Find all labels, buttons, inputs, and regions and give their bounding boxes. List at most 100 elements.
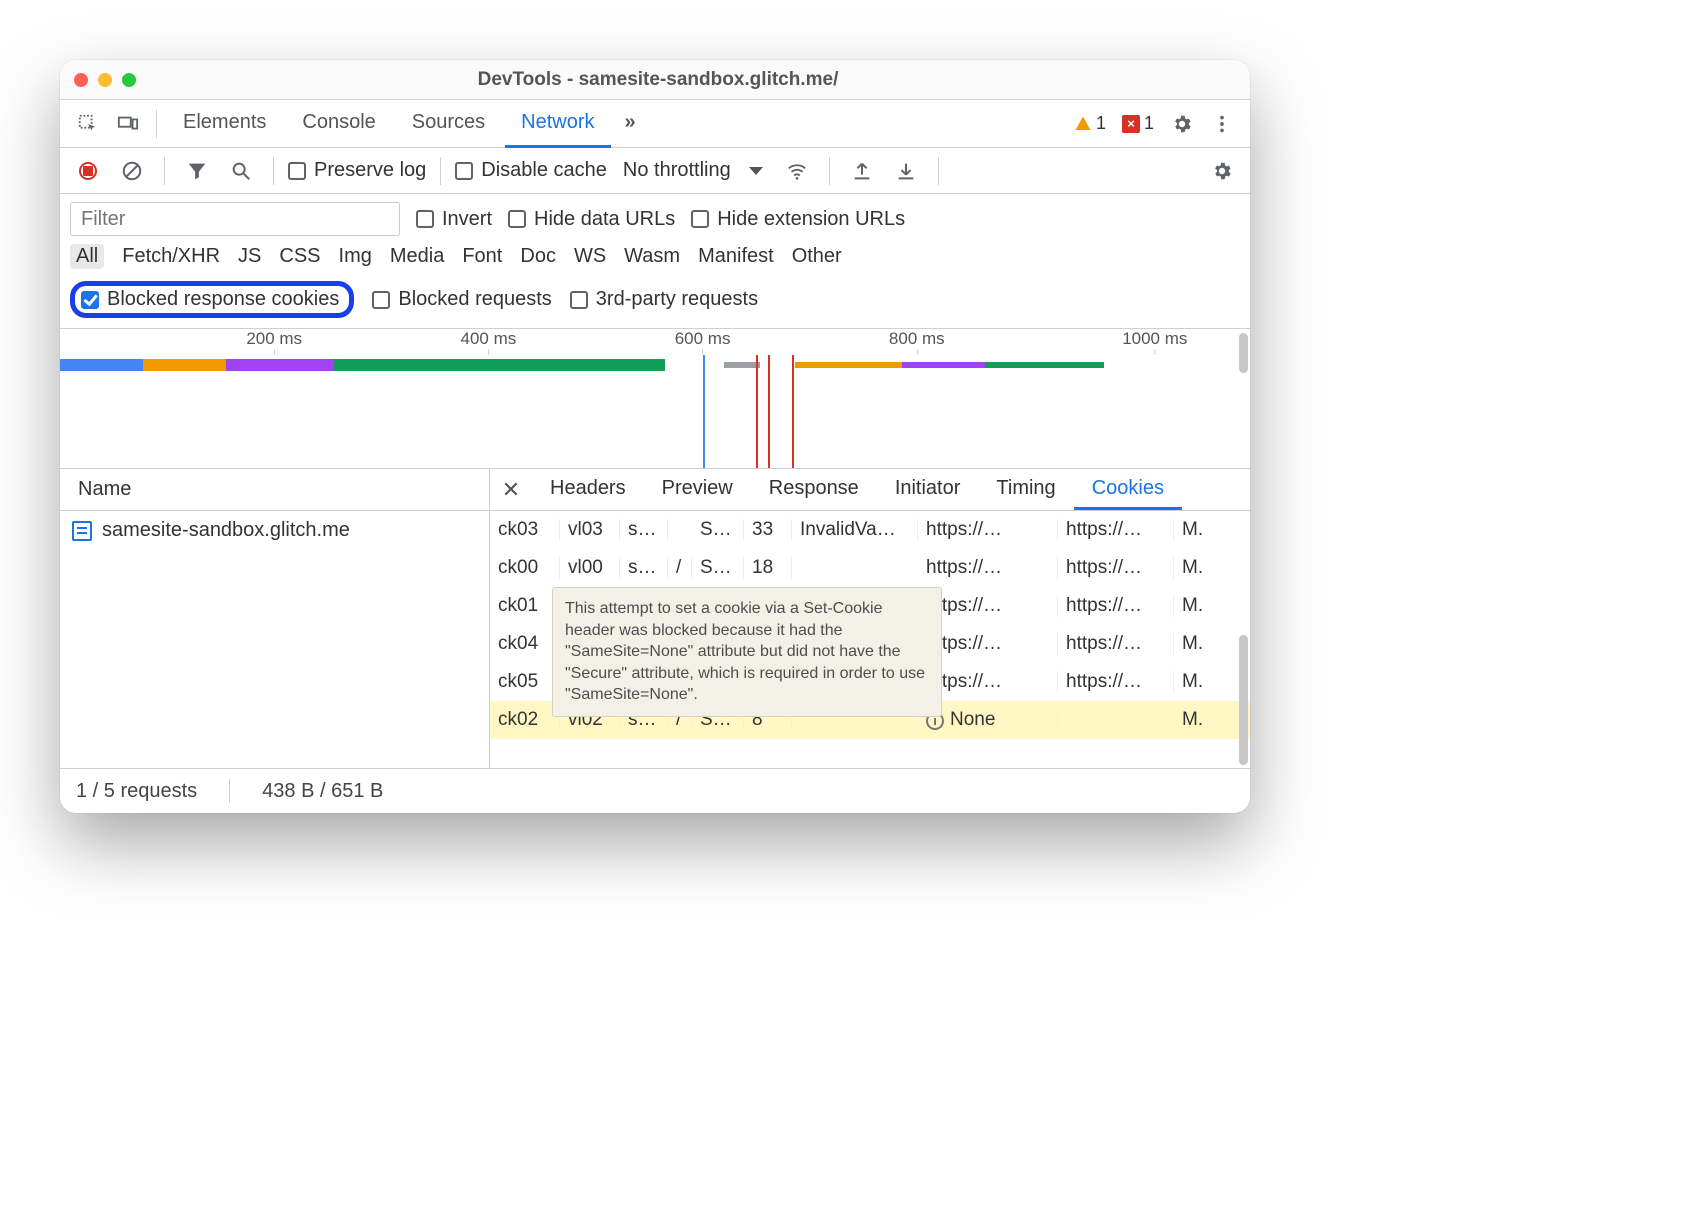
type-filter-doc[interactable]: Doc	[520, 245, 556, 268]
close-detail-button[interactable]: ✕	[490, 469, 532, 510]
detail-tab-headers[interactable]: Headers	[532, 469, 644, 510]
device-mode-icon[interactable]	[110, 106, 146, 142]
timeline-tick: 600 ms	[675, 329, 731, 349]
network-conditions-icon[interactable]	[779, 153, 815, 189]
type-filter-js[interactable]: JS	[238, 245, 261, 268]
type-filter-other[interactable]: Other	[792, 245, 842, 268]
timeline-tick: 200 ms	[246, 329, 302, 349]
tab-sources[interactable]: Sources	[396, 100, 501, 148]
close-window-icon[interactable]	[74, 73, 88, 87]
filter-button[interactable]	[179, 153, 215, 189]
scrollbar[interactable]	[1239, 635, 1248, 765]
tab-console[interactable]: Console	[286, 100, 391, 148]
devtools-window: DevTools - samesite-sandbox.glitch.me/ E…	[60, 60, 1250, 813]
clear-icon	[121, 160, 143, 182]
cookie-row[interactable]: ck00vl00s…/S…18https://…https://…M.	[490, 549, 1250, 587]
type-filter-manifest[interactable]: Manifest	[698, 245, 774, 268]
tab-network[interactable]: Network	[505, 100, 610, 148]
filter-row: Invert Hide data URLs Hide extension URL…	[60, 194, 1250, 240]
timeline-bars	[60, 359, 1246, 377]
type-filter-ws[interactable]: WS	[574, 245, 606, 268]
hide-data-label: Hide data URLs	[534, 208, 675, 231]
hide-data-urls-checkbox[interactable]: Hide data URLs	[508, 208, 675, 231]
hide-extension-urls-checkbox[interactable]: Hide extension URLs	[691, 208, 905, 231]
cookie-blocked-tooltip: This attempt to set a cookie via a Set-C…	[552, 587, 942, 717]
search-icon	[230, 160, 252, 182]
document-icon	[72, 521, 92, 541]
invert-checkbox[interactable]: Invert	[416, 208, 492, 231]
type-filter-all[interactable]: All	[70, 244, 104, 269]
request-name: samesite-sandbox.glitch.me	[102, 519, 350, 542]
extra-filters-row: Blocked response cookies Blocked request…	[60, 275, 1250, 329]
disable-cache-checkbox[interactable]: Disable cache	[455, 159, 607, 182]
request-list-pane: Name samesite-sandbox.glitch.me	[60, 469, 490, 768]
scrollbar[interactable]	[1239, 333, 1248, 373]
preserve-log-label: Preserve log	[314, 159, 426, 182]
warning-count: 1	[1096, 113, 1106, 134]
warning-badge[interactable]: 1	[1074, 113, 1106, 134]
settings-icon[interactable]	[1164, 106, 1200, 142]
warning-icon	[1074, 115, 1092, 133]
timeline-tick: 1000 ms	[1122, 329, 1187, 349]
type-filter-img[interactable]: Img	[339, 245, 372, 268]
throttling-select[interactable]: No throttling	[615, 159, 771, 182]
clear-button[interactable]	[114, 153, 150, 189]
throttling-value: No throttling	[623, 159, 731, 182]
error-count: 1	[1144, 113, 1154, 134]
type-filter-font[interactable]: Font	[462, 245, 502, 268]
type-filter-media[interactable]: Media	[390, 245, 444, 268]
hide-ext-label: Hide extension URLs	[717, 208, 905, 231]
disable-cache-label: Disable cache	[481, 159, 607, 182]
tab-elements[interactable]: Elements	[167, 100, 282, 148]
timeline-tick: 400 ms	[461, 329, 517, 349]
cookie-row[interactable]: ck03vl03s…S…33InvalidVa…https://…https:/…	[490, 511, 1250, 549]
type-filter-fetchxhr[interactable]: Fetch/XHR	[122, 245, 220, 268]
detail-panel: Name samesite-sandbox.glitch.me ✕ Header…	[60, 469, 1250, 769]
chevron-down-icon	[749, 167, 763, 175]
error-badge[interactable]: × 1	[1122, 113, 1154, 134]
detail-tabbar: ✕ HeadersPreviewResponseInitiatorTimingC…	[490, 469, 1250, 511]
blocked-response-cookies-checkbox[interactable]: Blocked response cookies	[81, 288, 339, 311]
window-title: DevTools - samesite-sandbox.glitch.me/	[136, 69, 1180, 91]
download-har-icon[interactable]	[888, 153, 924, 189]
type-filter-wasm[interactable]: Wasm	[624, 245, 680, 268]
detail-tab-initiator[interactable]: Initiator	[877, 469, 979, 510]
more-tabs-button[interactable]: »	[615, 100, 646, 148]
main-tabbar: ElementsConsoleSourcesNetwork » 1 × 1	[60, 100, 1250, 148]
zoom-window-icon[interactable]	[122, 73, 136, 87]
status-requests: 1 / 5 requests	[76, 780, 197, 803]
preserve-log-checkbox[interactable]: Preserve log	[288, 159, 426, 182]
blocked-requests-checkbox[interactable]: Blocked requests	[372, 288, 551, 311]
type-filter-css[interactable]: CSS	[279, 245, 320, 268]
invert-label: Invert	[442, 208, 492, 231]
filter-icon	[186, 160, 208, 182]
search-button[interactable]	[223, 153, 259, 189]
third-party-requests-checkbox[interactable]: 3rd-party requests	[570, 288, 758, 311]
blocked-response-cookies-highlight: Blocked response cookies	[70, 281, 354, 318]
kebab-menu-icon[interactable]	[1204, 106, 1240, 142]
status-size: 438 B / 651 B	[262, 780, 383, 803]
error-icon: ×	[1122, 115, 1140, 133]
timeline-tick: 800 ms	[889, 329, 945, 349]
record-icon	[79, 162, 97, 180]
network-toolbar: Preserve log Disable cache No throttling	[60, 148, 1250, 194]
inspect-icon[interactable]	[70, 106, 106, 142]
name-column-header[interactable]: Name	[60, 469, 489, 511]
traffic-lights[interactable]	[74, 73, 136, 87]
minimize-window-icon[interactable]	[98, 73, 112, 87]
record-button[interactable]	[70, 153, 106, 189]
type-filter-bar: All Fetch/XHR JS CSS Img Media Font Doc WS Wasm Ma…	[60, 240, 1250, 275]
detail-tab-preview[interactable]: Preview	[644, 469, 751, 510]
detail-tab-timing[interactable]: Timing	[978, 469, 1073, 510]
detail-tab-response[interactable]: Response	[751, 469, 877, 510]
filter-input[interactable]	[70, 202, 400, 236]
upload-har-icon[interactable]	[844, 153, 880, 189]
detail-tab-cookies[interactable]: Cookies	[1074, 469, 1182, 510]
network-settings-icon[interactable]	[1204, 153, 1240, 189]
request-row[interactable]: samesite-sandbox.glitch.me	[60, 511, 489, 550]
status-bar: 1 / 5 requests 438 B / 651 B	[60, 769, 1250, 813]
timeline-overview[interactable]: 200 ms 400 ms 600 ms 800 ms 1000 ms	[60, 329, 1250, 469]
third-party-label: 3rd-party requests	[596, 288, 758, 311]
blocked-requests-label: Blocked requests	[398, 288, 551, 311]
blocked-cookies-label: Blocked response cookies	[107, 288, 339, 311]
